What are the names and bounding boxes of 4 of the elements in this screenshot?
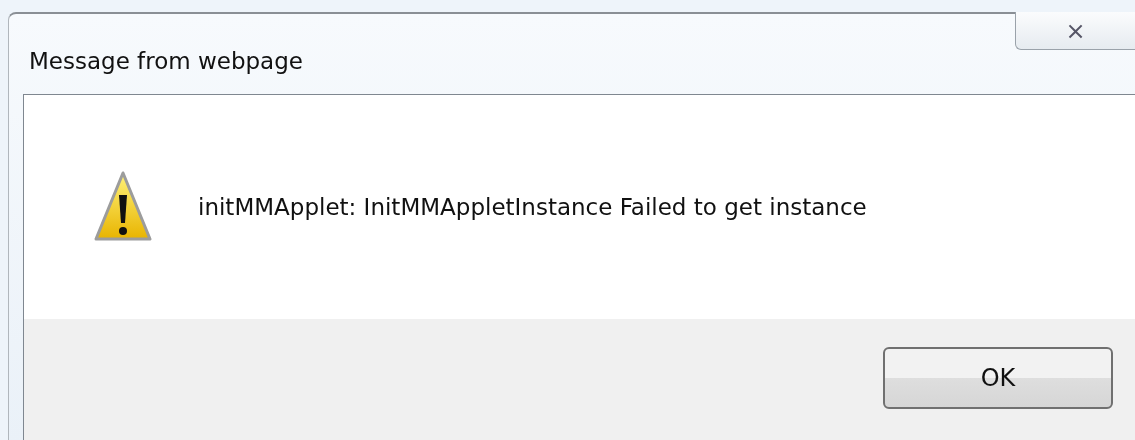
window-title: Message from webpage	[29, 48, 303, 74]
close-button[interactable]: ⨯	[1015, 12, 1135, 50]
ok-button[interactable]: OK	[883, 346, 1113, 409]
error-message: initMMApplet: InitMMAppletInstance Failed to get instance	[198, 194, 867, 220]
